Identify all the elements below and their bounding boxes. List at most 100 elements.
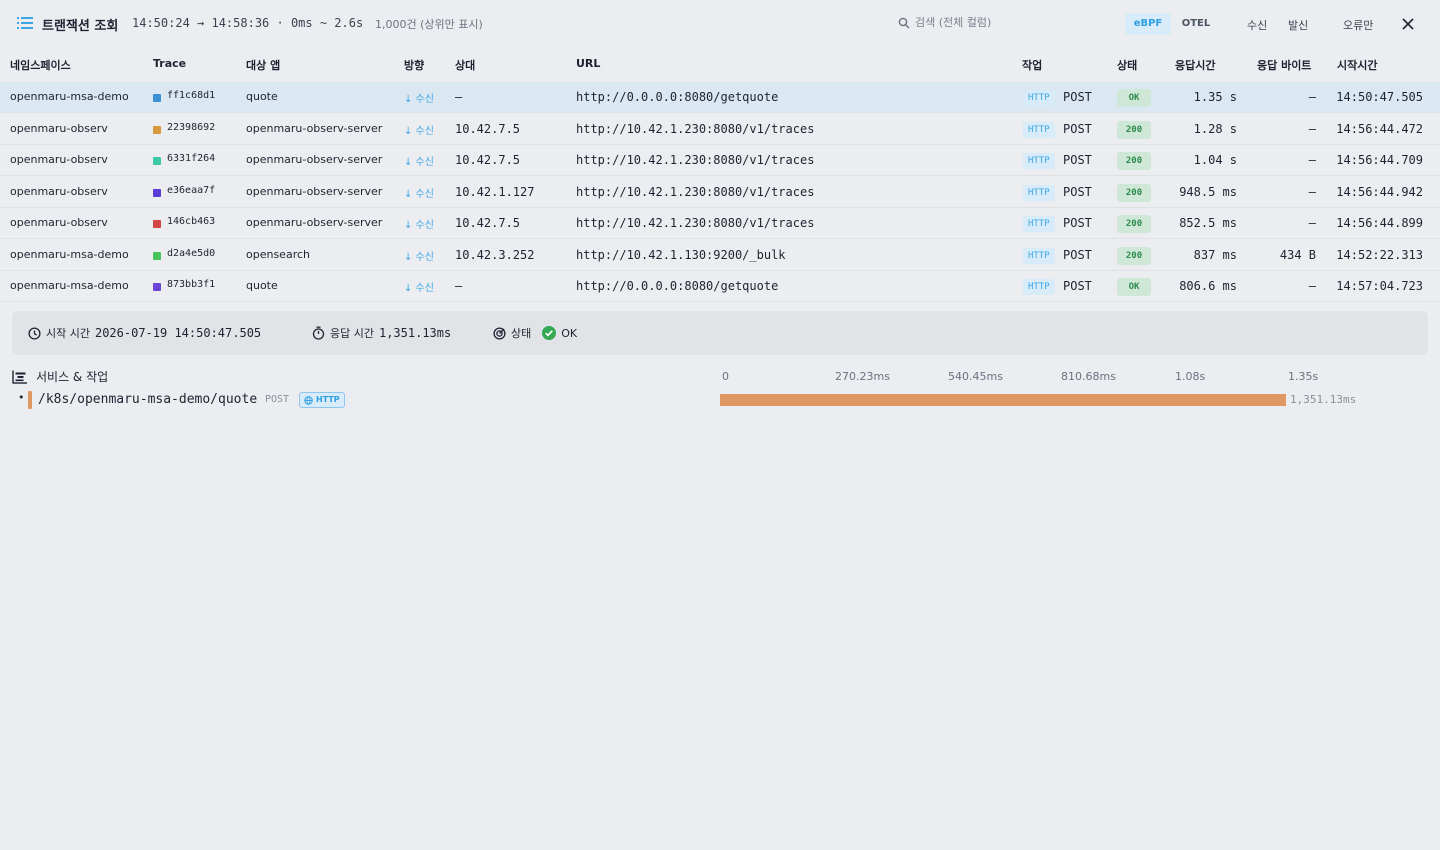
cell-namespace: openmaru-msa-demo xyxy=(10,247,129,261)
table-header: 네임스페이스 Trace 대상 앱 방향 상대 URL 작업 상태 응답시간 응… xyxy=(0,47,1440,81)
cell-app: quote xyxy=(246,279,278,292)
close-icon[interactable] xyxy=(1398,14,1418,34)
cell-bytes: — xyxy=(1308,216,1316,230)
tab-otel[interactable]: OTEL xyxy=(1176,13,1216,35)
cell-app: opensearch xyxy=(246,247,310,261)
table-row[interactable]: openmaru-msa-demo ff1c68d1 quote ↓ 수신 — http:… xyxy=(0,82,1440,113)
table-row[interactable]: openmaru-observ 146cb463 openmaru-observ-s… xyxy=(0,208,1440,239)
trace-color-swatch xyxy=(153,251,161,260)
filter-inbound[interactable]: 수신 xyxy=(1247,17,1267,33)
cell-app: quote xyxy=(246,90,278,103)
table-row[interactable]: openmaru-msa-demo d2a4e5d0 opensearch ↓ 수신 1… xyxy=(0,240,1440,271)
bullet-icon: • xyxy=(18,391,25,404)
cell-url: http://0.0.0.0:8080/getquote xyxy=(576,90,779,104)
cell-url: http://10.42.1.130:9200/_bulk xyxy=(576,247,786,262)
trace-color-swatch xyxy=(153,125,161,134)
cell-trace: 873bb3f1 xyxy=(167,279,216,290)
trace-color-swatch xyxy=(153,157,161,165)
span-row[interactable]: • /k8s/openmaru-msa-demo/quote POST HTTP… xyxy=(0,390,1440,410)
cell-duration: 806.6 ms xyxy=(1179,279,1237,293)
cell-duration: 948.5 ms xyxy=(1179,184,1237,199)
cell-direction: ↓ 수신 xyxy=(404,157,434,168)
trace-color-swatch xyxy=(153,283,161,291)
cell-url: http://10.42.1.230:8080/v1/traces xyxy=(576,153,815,167)
cell-method: POST xyxy=(1063,153,1092,167)
cell-method: POST xyxy=(1063,216,1092,230)
filter-errors-only[interactable]: 오류만 xyxy=(1343,17,1373,33)
column-status[interactable]: 상태 xyxy=(1117,57,1137,73)
cell-namespace: openmaru-observ xyxy=(10,184,108,198)
table-row[interactable]: openmaru-observ 6331f264 openmaru-observ-s… xyxy=(0,145,1440,176)
protocol-badge: HTTP xyxy=(1023,247,1055,264)
column-start-time[interactable]: 시작시간 xyxy=(1337,57,1377,73)
column-trace[interactable]: Trace xyxy=(153,57,186,70)
cell-bytes: — xyxy=(1308,184,1316,199)
check-circle-icon xyxy=(542,326,557,340)
span-duration-label: 1,351.13ms xyxy=(1290,393,1357,406)
cell-duration: 1.35 s xyxy=(1193,90,1237,104)
cell-namespace: openmaru-observ xyxy=(10,121,108,135)
axis-tick: 270.23ms xyxy=(835,370,890,383)
cell-start: 14:56:44.472 xyxy=(1336,121,1423,136)
waterfall-header: 서비스 & 작업 xyxy=(12,368,108,385)
status-badge: OK xyxy=(1117,89,1151,107)
cell-url: http://0.0.0.0:8080/getquote xyxy=(576,279,779,293)
list-icon xyxy=(17,17,33,29)
column-url[interactable]: URL xyxy=(576,57,600,70)
cell-method: POST xyxy=(1063,90,1092,104)
cell-trace: e36eaa7f xyxy=(167,184,216,196)
status-badge: 200 xyxy=(1117,246,1151,265)
filter-outbound[interactable]: 발신 xyxy=(1288,17,1308,33)
cell-start: 14:50:47.505 xyxy=(1336,90,1423,104)
cell-trace: 6331f264 xyxy=(167,153,216,164)
table-row[interactable]: openmaru-observ 22398692 openmaru-observ-s… xyxy=(0,114,1440,145)
cell-url: http://10.42.1.230:8080/v1/traces xyxy=(576,121,815,136)
cell-app: openmaru-observ-server xyxy=(246,216,383,229)
status-badge: 200 xyxy=(1117,152,1151,170)
column-operation[interactable]: 작업 xyxy=(1022,57,1042,73)
trace-color-swatch xyxy=(153,220,161,228)
column-peer[interactable]: 상대 xyxy=(455,57,475,73)
waterfall-heading: 서비스 & 작업 xyxy=(36,370,109,384)
cell-namespace: openmaru-observ xyxy=(10,216,108,229)
cell-method: POST xyxy=(1063,184,1092,199)
cell-namespace: openmaru-observ xyxy=(10,153,108,166)
table-row[interactable]: openmaru-msa-demo 873bb3f1 quote ↓ 수신 — http:… xyxy=(0,271,1440,302)
cell-start: 14:56:44.899 xyxy=(1336,216,1423,230)
cell-start: 14:56:44.942 xyxy=(1336,184,1423,199)
cell-direction: ↓ 수신 xyxy=(404,94,434,105)
cell-bytes: — xyxy=(1308,90,1316,104)
trace-color-swatch xyxy=(153,94,161,102)
summary-start-value: 2026-07-19 14:50:47.505 xyxy=(94,326,262,340)
column-target-app[interactable]: 대상 앱 xyxy=(246,57,280,73)
span-duration-bar[interactable] xyxy=(720,394,1286,406)
search-input[interactable] xyxy=(915,16,1045,29)
protocol-badge: HTTP xyxy=(1023,90,1055,106)
trace-color-swatch xyxy=(153,188,161,197)
cell-duration: 1.28 s xyxy=(1193,121,1237,136)
column-namespace[interactable]: 네임스페이스 xyxy=(10,57,71,73)
table-row[interactable]: openmaru-observ e36eaa7f openmaru-observ-s… xyxy=(0,177,1440,208)
summary-status-value: OK xyxy=(561,326,578,340)
span-protocol-badge: HTTP xyxy=(299,392,345,408)
cell-peer: — xyxy=(455,279,463,293)
cell-namespace: openmaru-msa-demo xyxy=(10,90,129,103)
status-badge: OK xyxy=(1117,278,1151,296)
tab-ebpf[interactable]: eBPF xyxy=(1125,13,1171,35)
cell-namespace: openmaru-msa-demo xyxy=(10,279,129,292)
globe-icon xyxy=(304,395,313,405)
cell-peer: 10.42.1.127 xyxy=(455,184,535,199)
summary-duration-label: 응답 시간 xyxy=(330,327,374,340)
column-duration[interactable]: 응답시간 xyxy=(1175,57,1215,73)
protocol-badge: HTTP xyxy=(1023,121,1055,138)
column-direction[interactable]: 방향 xyxy=(404,57,424,73)
clock-icon xyxy=(28,326,41,340)
cell-direction: ↓ 수신 xyxy=(404,220,434,231)
trace-summary: 시작 시간 2026-07-19 14:50:47.505 응답 시간 1,35… xyxy=(12,311,1428,355)
search-icon xyxy=(898,17,910,28)
cell-method: POST xyxy=(1063,247,1092,262)
span-color-marker xyxy=(28,391,32,409)
cell-url: http://10.42.1.230:8080/v1/traces xyxy=(576,184,815,199)
cell-direction: ↓ 수신 xyxy=(404,188,434,200)
column-bytes[interactable]: 응답 바이트 xyxy=(1257,57,1311,73)
